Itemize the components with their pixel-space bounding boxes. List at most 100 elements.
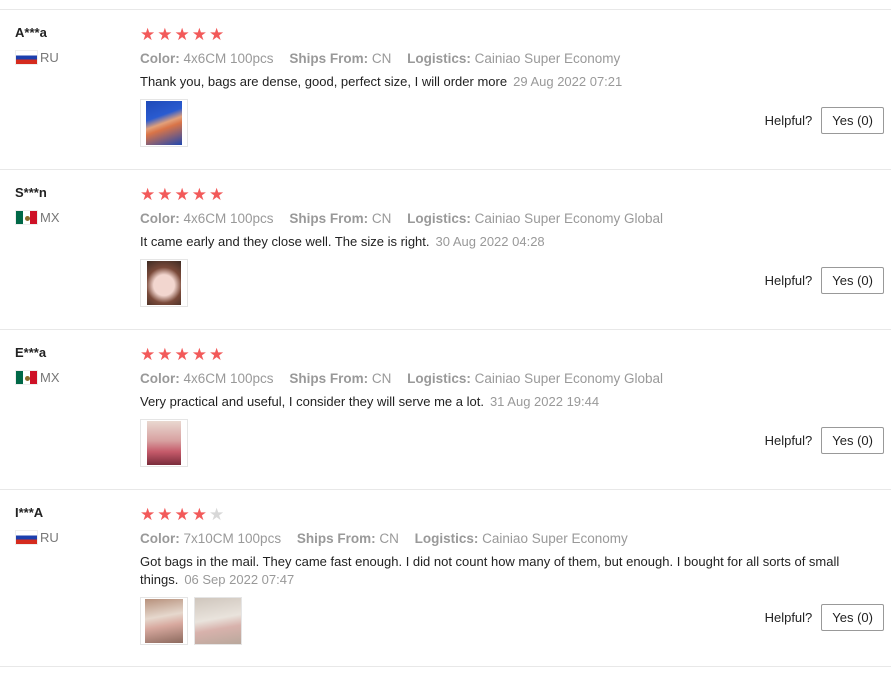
review-text-block: Thank you, bags are dense, good, perfect…: [140, 73, 850, 91]
star-filled-icon: ★: [157, 344, 173, 364]
ships-from-label: Ships From:: [289, 211, 369, 226]
review-date: 06 Sep 2022 07:47: [184, 572, 295, 587]
review-text-block: Very practical and useful, I consider th…: [140, 393, 850, 411]
logistics-value: Cainiao Super Economy Global: [474, 211, 664, 226]
ships-from-label: Ships From:: [296, 531, 376, 546]
review-user: S***n MX: [15, 184, 125, 225]
review-photo-thumbnail[interactable]: [140, 259, 188, 307]
country-code: MX: [40, 370, 60, 385]
star-filled-icon: ★: [140, 24, 156, 44]
helpful-yes-button[interactable]: Yes (0): [821, 427, 884, 454]
logistics-label: Logistics:: [414, 531, 479, 546]
star-filled-icon: ★: [174, 344, 190, 364]
helpful-label: Helpful?: [764, 113, 813, 128]
star-filled-icon: ★: [157, 184, 173, 204]
reviewer-country: MX: [15, 370, 125, 385]
review-item: A***a RU ★ ★ ★ ★ ★ Color: 4x6CM 100pcs S…: [0, 9, 891, 169]
review-text: Thank you, bags are dense, good, perfect…: [140, 74, 508, 89]
mexico-flag-icon: [15, 210, 38, 225]
color-label: Color:: [140, 531, 180, 546]
color-label: Color:: [140, 51, 180, 66]
star-filled-icon: ★: [140, 184, 156, 204]
russia-flag-icon: [15, 530, 38, 545]
reviewer-name: S***n: [15, 185, 47, 200]
star-rating: ★ ★ ★ ★ ★: [140, 184, 881, 204]
review-text: It came early and they close well. The s…: [140, 234, 430, 249]
star-filled-icon: ★: [191, 24, 207, 44]
star-filled-icon: ★: [140, 344, 156, 364]
helpful-vote: Helpful? Yes (0): [765, 427, 884, 454]
star-rating: ★ ★ ★ ★ ★: [140, 504, 881, 524]
color-label: Color:: [140, 371, 180, 386]
review-meta: Color: 4x6CM 100pcs Ships From: CN Logis…: [140, 49, 881, 69]
reviewer-country: RU: [15, 530, 125, 545]
review-date: 31 Aug 2022 19:44: [489, 394, 600, 409]
ships-from-value: CN: [371, 211, 392, 226]
mexico-flag-icon: [15, 370, 38, 385]
review-list: A***a RU ★ ★ ★ ★ ★ Color: 4x6CM 100pcs S…: [0, 9, 891, 667]
helpful-vote: Helpful? Yes (0): [765, 107, 884, 134]
logistics-label: Logistics:: [407, 51, 471, 66]
helpful-yes-button[interactable]: Yes (0): [821, 604, 884, 631]
ships-from-value: CN: [371, 371, 392, 386]
russia-flag-icon: [15, 50, 38, 65]
logistics-value: Cainiao Super Economy Global: [474, 371, 664, 386]
review-user: A***a RU: [15, 24, 125, 65]
color-label: Color:: [140, 211, 180, 226]
country-code: MX: [40, 210, 60, 225]
logistics-value: Cainiao Super Economy: [474, 51, 621, 66]
star-filled-icon: ★: [157, 24, 173, 44]
color-value: 4x6CM 100pcs: [183, 371, 274, 386]
reviewer-country: RU: [15, 50, 125, 65]
review-meta: Color: 4x6CM 100pcs Ships From: CN Logis…: [140, 209, 881, 229]
helpful-label: Helpful?: [764, 610, 813, 625]
star-filled-icon: ★: [209, 24, 225, 44]
color-value: 4x6CM 100pcs: [183, 211, 274, 226]
review-photo-thumbnail[interactable]: [140, 597, 188, 645]
review-meta: Color: 7x10CM 100pcs Ships From: CN Logi…: [140, 529, 881, 549]
ships-from-label: Ships From:: [289, 371, 369, 386]
review-item: S***n MX ★ ★ ★ ★ ★ Color: 4x6CM 100pcs S…: [0, 169, 891, 329]
review-photo-thumbnail[interactable]: [194, 597, 242, 645]
review-photo-thumbnail[interactable]: [140, 419, 188, 467]
review-item: E***a MX ★ ★ ★ ★ ★ Color: 4x6CM 100pcs S…: [0, 329, 891, 489]
star-filled-icon: ★: [157, 504, 173, 524]
logistics-value: Cainiao Super Economy: [482, 531, 628, 546]
review-date: 30 Aug 2022 04:28: [435, 234, 545, 249]
review-meta: Color: 4x6CM 100pcs Ships From: CN Logis…: [140, 369, 881, 389]
star-filled-icon: ★: [174, 24, 190, 44]
star-filled-icon: ★: [174, 184, 190, 204]
country-code: RU: [40, 50, 59, 65]
reviewer-name: A***a: [15, 25, 47, 40]
star-filled-icon: ★: [191, 504, 207, 524]
review-user: I***A RU: [15, 504, 125, 545]
star-filled-icon: ★: [191, 344, 207, 364]
star-empty-icon: ★: [209, 504, 225, 524]
review-item: I***A RU ★ ★ ★ ★ ★ Color: 7x10CM 100pcs …: [0, 489, 891, 667]
helpful-label: Helpful?: [764, 273, 813, 288]
star-filled-icon: ★: [191, 184, 207, 204]
review-photo-thumbnail[interactable]: [140, 99, 188, 147]
helpful-label: Helpful?: [764, 433, 813, 448]
review-text: Very practical and useful, I consider th…: [140, 394, 484, 409]
star-filled-icon: ★: [174, 504, 190, 524]
logistics-label: Logistics:: [407, 211, 471, 226]
star-filled-icon: ★: [209, 344, 225, 364]
ships-from-value: CN: [379, 531, 399, 546]
star-rating: ★ ★ ★ ★ ★: [140, 24, 881, 44]
star-filled-icon: ★: [209, 184, 225, 204]
country-code: RU: [40, 530, 59, 545]
ships-from-label: Ships From:: [289, 51, 369, 66]
logistics-label: Logistics:: [407, 371, 471, 386]
reviewer-name: E***a: [15, 345, 47, 360]
review-text-block: Got bags in the mail. They came fast eno…: [140, 553, 850, 589]
review-user: E***a MX: [15, 344, 125, 385]
ships-from-value: CN: [371, 51, 392, 66]
reviewer-country: MX: [15, 210, 125, 225]
color-value: 7x10CM 100pcs: [183, 531, 282, 546]
helpful-yes-button[interactable]: Yes (0): [821, 267, 884, 294]
reviewer-name: I***A: [15, 505, 44, 520]
star-filled-icon: ★: [140, 504, 156, 524]
review-text-block: It came early and they close well. The s…: [140, 233, 850, 251]
helpful-yes-button[interactable]: Yes (0): [821, 107, 884, 134]
